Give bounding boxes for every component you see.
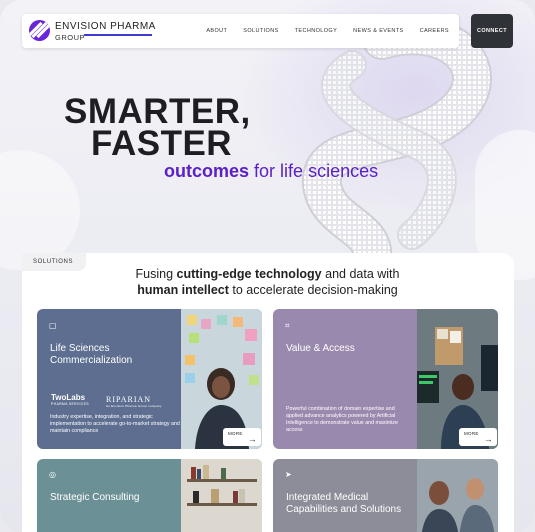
- solutions-tagline: Fusing cutting-edge technology and data …: [100, 266, 435, 298]
- tagline-bold: cutting-edge technology: [176, 267, 322, 281]
- nav-item-careers[interactable]: CAREERS: [420, 28, 449, 34]
- arrow-right-icon: →: [483, 434, 493, 444]
- nav-item-solutions[interactable]: SOLUTIONS: [243, 28, 278, 34]
- partner-logo-twolabs: TwoLabs PHARMA SERVICES: [51, 393, 89, 406]
- more-button[interactable]: MORE →: [223, 428, 261, 446]
- more-button[interactable]: MORE →: [459, 428, 497, 446]
- solution-card-commercialization[interactable]: ▢ Life Sciences Commercialization TwoLab…: [37, 309, 262, 449]
- card-title: Value & Access: [286, 343, 355, 354]
- connect-button[interactable]: CONNECT: [471, 14, 513, 48]
- solution-card-medical-capabilities[interactable]: ➤ Integrated Medical Capabilities and So…: [273, 459, 498, 532]
- brand-logo-icon[interactable]: [29, 20, 50, 41]
- card-title: Strategic Consulting: [50, 492, 140, 503]
- hero-subtitle: outcomes for life sciences: [164, 161, 378, 182]
- dna-helix-graphic: [301, 25, 492, 265]
- monitor-icon: ▢: [49, 321, 57, 330]
- more-label: MORE: [228, 431, 243, 436]
- send-icon: ➤: [285, 470, 292, 479]
- nav-item-about[interactable]: ABOUT: [206, 28, 227, 34]
- partner-logo-riparian: RIPARIAN An Envision Pharma Group company: [106, 395, 162, 408]
- decorative-blob: [0, 150, 80, 270]
- card-title: Integrated Medical Capabilities and Solu…: [286, 492, 402, 515]
- card-photo-bookshelf: [181, 459, 262, 532]
- solution-card-strategic-consulting[interactable]: ◎ Strategic Consulting: [37, 459, 262, 532]
- card-photo-team: [417, 459, 498, 532]
- arrow-right-icon: →: [247, 434, 257, 444]
- hero-title: SMARTER, FASTER: [64, 94, 264, 163]
- nav-item-technology[interactable]: TECHNOLOGY: [295, 28, 338, 34]
- main-nav: ABOUT SOLUTIONS TECHNOLOGY NEWS & EVENTS…: [206, 28, 449, 34]
- brand-logo[interactable]: ENVISION PHARMA GROUP: [55, 21, 156, 42]
- tagline-text: Fusing: [135, 267, 177, 281]
- hero-title-line2: FASTER: [91, 124, 233, 163]
- compass-icon: ◎: [49, 470, 56, 479]
- solutions-tab-label: SOLUTIONS: [22, 253, 86, 271]
- more-label: MORE: [464, 431, 479, 436]
- brand-underline: [84, 34, 152, 36]
- card-title: Life Sciences Commercialization: [50, 343, 133, 366]
- tagline-bold: human intellect: [137, 283, 229, 297]
- site-header: ENVISION PHARMA GROUP ABOUT SOLUTIONS TE…: [22, 14, 459, 48]
- nav-item-news-events[interactable]: NEWS & EVENTS: [353, 28, 403, 34]
- chart-icon: ⌗: [285, 321, 290, 330]
- hero-subtitle-accent: outcomes: [164, 161, 250, 181]
- card-description: Powerful combination of domain expertise…: [286, 406, 398, 433]
- hero-subtitle-rest: for life sciences: [254, 161, 379, 181]
- page-frame: ENVISION PHARMA GROUP ABOUT SOLUTIONS TE…: [0, 0, 535, 532]
- card-description: Industry expertise, integration, and str…: [50, 414, 180, 434]
- tagline-text: to accelerate decision-making: [228, 283, 398, 297]
- brand-name: ENVISION PHARMA: [55, 21, 156, 32]
- solution-card-value-access[interactable]: ⌗ Value & Access Powerful combination of…: [273, 309, 498, 449]
- tagline-text: and data with: [321, 267, 400, 281]
